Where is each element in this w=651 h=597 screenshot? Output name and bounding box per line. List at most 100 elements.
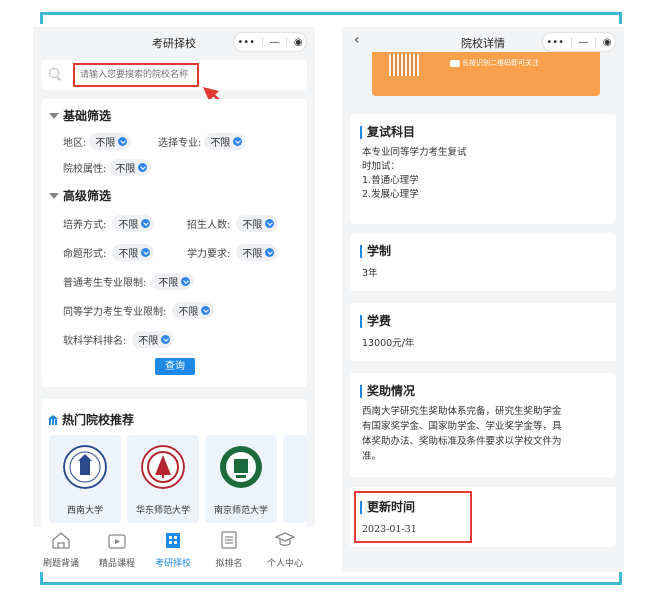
school-name: 华东师范大学 [135, 506, 190, 516]
tuition-value: 13000元/年 [362, 338, 415, 349]
filter-icon [49, 192, 59, 199]
graduation-cap-icon [275, 532, 295, 546]
filter-attribute: 院校属性: 不限 [63, 159, 152, 176]
chevron-down-icon [201, 306, 211, 315]
banner-text: 长按识别二维码即可关注 [462, 59, 539, 67]
chevron-down-icon [118, 137, 128, 146]
search-bar [41, 60, 307, 90]
ranking-select[interactable]: 不限 [132, 331, 175, 348]
enroll-select[interactable]: 不限 [236, 215, 279, 232]
region-select[interactable]: 不限 [89, 133, 132, 150]
close-target-icon[interactable]: ◉ [603, 37, 612, 48]
tab-profile[interactable]: 个人中心 [257, 527, 313, 572]
frame-bottom-left-border [40, 572, 43, 584]
retest-line: 1.普通心理学 [362, 175, 419, 186]
school-name: 南京师范大学 [213, 506, 268, 516]
chevron-down-icon [141, 248, 151, 257]
chevron-down-icon [181, 277, 191, 286]
exam-select[interactable]: 不限 [112, 244, 155, 261]
filter-ranking: 软科学科排名: 不限 [63, 331, 175, 348]
mode-select[interactable]: 不限 [112, 215, 155, 232]
mini-program-capsule: ••• — ◉ [542, 32, 616, 52]
tuition-card: 学费 13000元/年 [350, 303, 616, 361]
equiv-restriction-select[interactable]: 不限 [172, 302, 215, 319]
section-title: 学制 [360, 245, 391, 258]
chevron-down-icon [161, 335, 171, 344]
scholarship-line: 体奖助办法、奖助标准及条件要求以学校文件为 [362, 436, 562, 447]
frame-left-border [40, 12, 43, 24]
query-button[interactable]: 查询 [155, 358, 195, 375]
video-play-icon [108, 534, 126, 549]
retest-subjects-card: 复试科目 本专业同等学力考生复试 时加试： 1.普通心理学 2.发展心理学 [350, 114, 616, 224]
minimize-icon[interactable]: — [269, 37, 279, 48]
frame-right-border [619, 12, 622, 24]
section-title: 奖助情况 [360, 385, 415, 398]
tab-school-selection[interactable]: 考研择校 [145, 527, 201, 572]
capsule-divider [595, 37, 597, 47]
retest-line: 时加试： [362, 161, 401, 172]
qrcode-icon[interactable] [389, 54, 419, 76]
hot-schools-panel: 热门院校推荐 西南大学 华东师范大学 南京师范大学 [41, 399, 307, 529]
filter-major: 选择专业: 不限 [158, 133, 247, 150]
school-selection-page: 考研择校 ••• — ◉ 基础筛选 地区: 不限 选择专业: 不限 院校属性: [33, 27, 315, 572]
capsule-divider [570, 37, 572, 47]
retest-line: 2.发展心理学 [362, 189, 419, 200]
list-icon [221, 531, 237, 549]
filter-mode: 培养方式: 不限 [63, 215, 155, 232]
qrcode-banner: 长按识别二维码即可关注 [372, 52, 600, 96]
hot-schools-title: 热门院校推荐 [48, 411, 134, 428]
more-icon[interactable]: ••• [546, 37, 564, 48]
duration-card: 学制 3年 [350, 233, 616, 291]
filter-icon [49, 112, 59, 119]
close-target-icon[interactable]: ◉ [294, 37, 303, 48]
school-name: 西南大学 [66, 506, 103, 516]
chevron-down-icon [138, 163, 148, 172]
minimize-icon[interactable]: — [578, 37, 588, 48]
tab-practice[interactable]: 刷题背诵 [33, 527, 89, 572]
search-input[interactable] [73, 63, 199, 87]
more-icon[interactable]: ••• [237, 37, 255, 48]
frame-bottom-border [40, 582, 622, 585]
normal-restriction-select[interactable]: 不限 [152, 273, 195, 290]
filter-region: 地区: 不限 [63, 133, 132, 150]
building-icon [166, 533, 180, 548]
duration-value: 3年 [362, 268, 378, 279]
scholarship-line: 准。 [362, 451, 382, 462]
ability-select[interactable]: 不限 [236, 244, 279, 261]
tab-bar: 刷题背诵 精品课程 考研择校 拟排名 个人中心 [33, 527, 315, 572]
title-bar: 考研择校 ••• — ◉ [33, 27, 315, 57]
filter-enroll: 招生人数: 不限 [187, 215, 279, 232]
school-card-swu[interactable]: 西南大学 [49, 435, 121, 523]
school-card-ecnu[interactable]: 华东师范大学 [127, 435, 199, 523]
tab-courses[interactable]: 精品课程 [89, 527, 145, 572]
school-card-partial[interactable] [283, 435, 307, 523]
section-title: 学费 [360, 315, 391, 328]
chevron-down-icon [265, 248, 275, 257]
nnu-logo-icon [220, 446, 262, 488]
pointing-hand-icon [450, 60, 460, 67]
scholarship-line: 有国家奖学金、国家助学金、学业奖学金等，具 [362, 421, 562, 432]
chevron-down-icon [265, 219, 275, 228]
filter-panel: 基础筛选 地区: 不限 选择专业: 不限 院校属性: 不限 高级筛选 培养方式:… [41, 99, 307, 387]
scholarship-card: 奖助情况 西南大学研究生奖助体系完备，研究生奖助学金 有国家奖学金、国家助学金、… [350, 373, 616, 477]
frame-top-border [40, 12, 622, 15]
school-building-icon [48, 414, 58, 425]
home-icon [52, 532, 70, 549]
frame-bottom-right-border [619, 572, 622, 584]
swu-logo-icon [63, 445, 107, 489]
section-title: 复试科目 [360, 126, 415, 139]
capsule-divider [261, 37, 263, 47]
filter-normal-restriction: 普通考生专业限制: 不限 [63, 273, 195, 290]
ecnu-logo-icon [141, 445, 185, 489]
advanced-filter-title: 高级筛选 [49, 187, 111, 204]
capsule-divider [286, 37, 288, 47]
chevron-down-icon [233, 137, 243, 146]
attribute-select[interactable]: 不限 [109, 159, 152, 176]
major-select[interactable]: 不限 [204, 133, 247, 150]
school-detail-page: ‹ 院校详情 ••• — ◉ 长按识别二维码即可关注 复试科目 本专业同等学力考… [342, 27, 624, 572]
filter-equiv-restriction: 同等学力考生专业限制: 不限 [63, 302, 215, 319]
update-highlight-box [354, 491, 472, 543]
tab-ranking[interactable]: 拟排名 [201, 527, 257, 572]
retest-line: 本专业同等学力考生复试 [362, 147, 467, 158]
school-card-nnu[interactable]: 南京师范大学 [205, 435, 277, 523]
